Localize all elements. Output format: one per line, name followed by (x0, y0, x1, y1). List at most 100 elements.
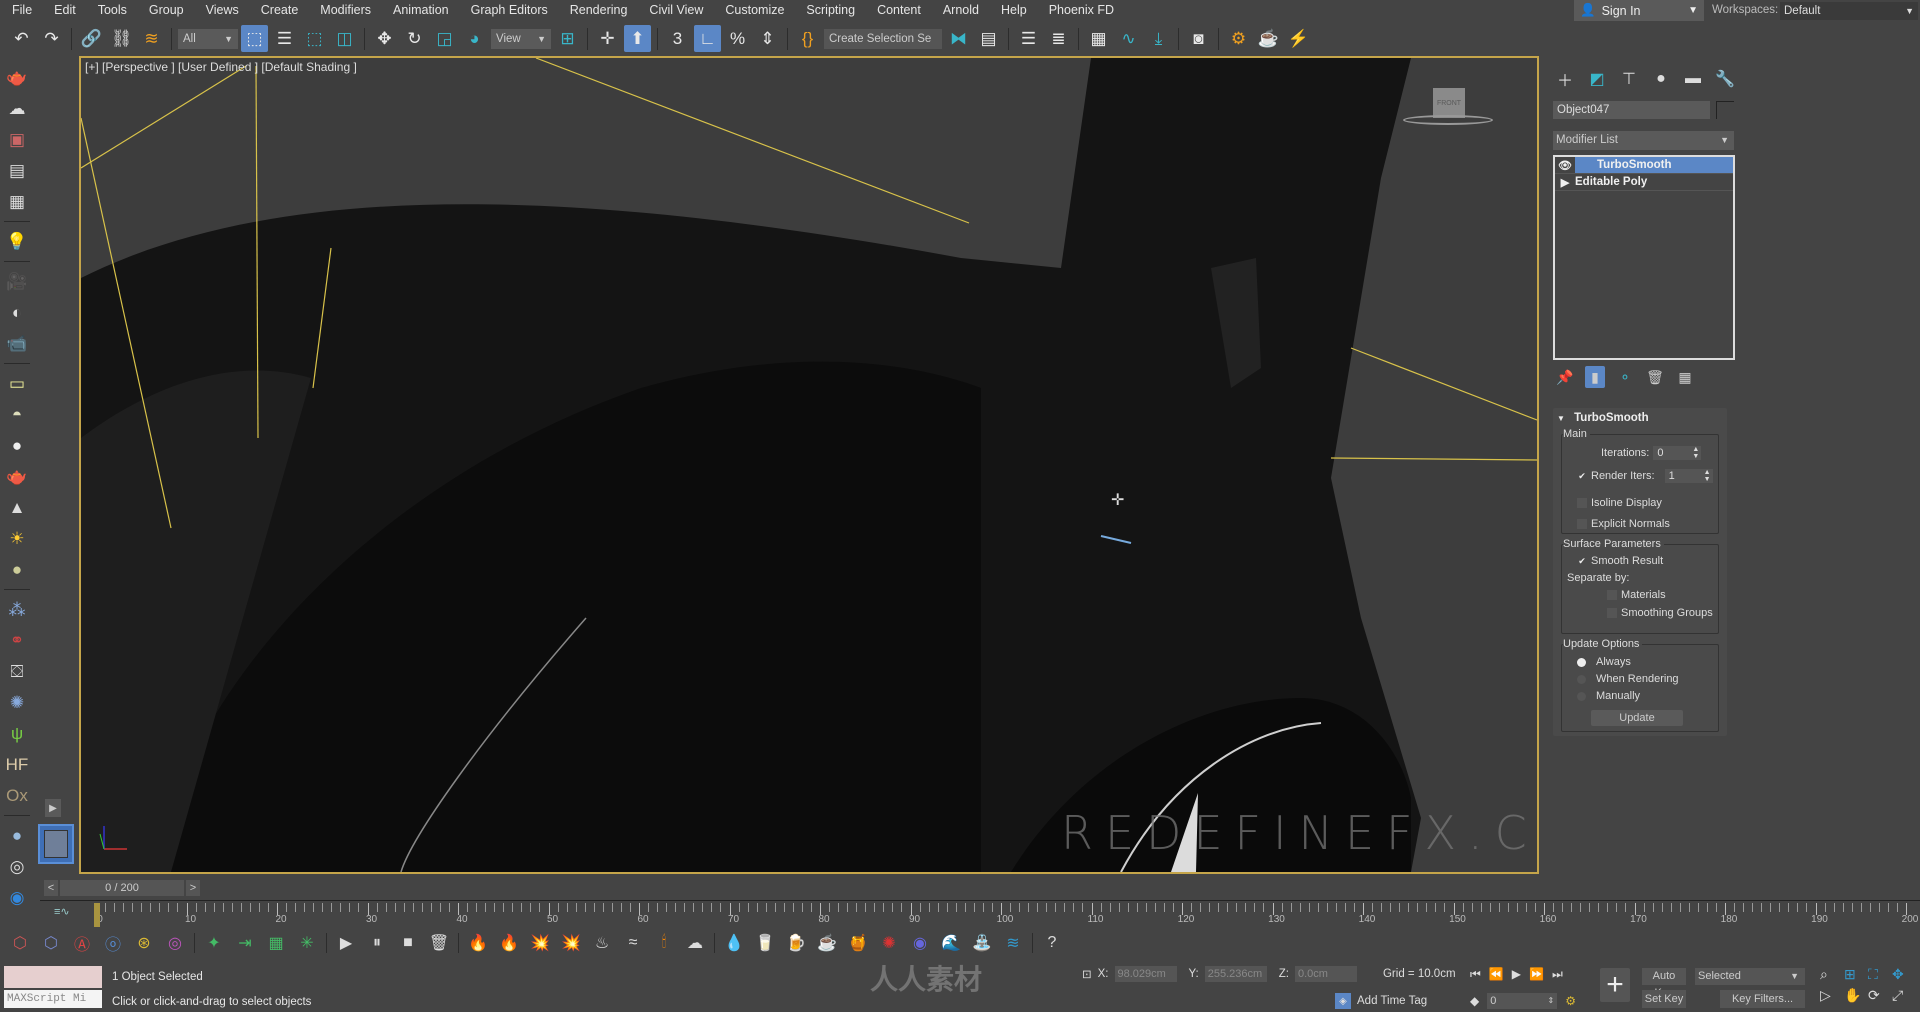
ambient-light-icon[interactable]: ● (3, 556, 31, 583)
explosion-icon[interactable]: 💥 (526, 930, 554, 956)
go-to-start-icon[interactable]: ⏮ (1470, 967, 1481, 982)
steam-icon[interactable]: ☁ (681, 930, 709, 956)
rectangular-selection-icon[interactable]: ⬚ (301, 25, 328, 52)
object-name-field[interactable]: Object047 (1553, 101, 1710, 119)
forest-grid-icon[interactable]: ▦ (262, 930, 290, 956)
menu-edit[interactable]: Edit (43, 0, 87, 21)
time-slider-thumb[interactable]: 0 / 200 (60, 880, 184, 896)
menu-views[interactable]: Views (195, 0, 250, 21)
render-setup-icon[interactable]: ⚙ (1225, 25, 1252, 52)
update-button[interactable]: Update (1591, 710, 1683, 726)
redo-icon[interactable]: ↷ (38, 25, 65, 52)
viewcube-face[interactable]: FRONT (1433, 88, 1465, 118)
create-tab-plus-icon[interactable]: ＋ (1551, 66, 1579, 92)
maxscript-mini-listener[interactable]: MAXScript Mi (4, 990, 102, 1008)
sphere-light-icon[interactable]: ● (3, 432, 31, 459)
stack-item-editable-poly[interactable]: ▶ Editable Poly (1555, 174, 1733, 191)
menu-file[interactable]: File (0, 0, 43, 21)
spinner-arrows-icon[interactable]: ▲ ▼ (1704, 469, 1711, 483)
isoline-display-checkbox[interactable] (1577, 498, 1587, 508)
undo-icon[interactable]: ↶ (8, 25, 35, 52)
viewport-label[interactable]: [+] [Perspective ] [User Defined ] [Defa… (85, 60, 357, 74)
reference-coordinate-dropdown[interactable]: View ▼ (491, 28, 551, 49)
go-to-end-icon[interactable]: ⏭ (1552, 967, 1563, 982)
hair-farm-icon[interactable]: HF (3, 751, 31, 778)
schematic-view-icon[interactable]: ⤓ (1145, 25, 1172, 52)
spinner-arrows-icon[interactable]: ▲ ▼ (1692, 446, 1699, 460)
particle-purple-icon[interactable]: ◎ (161, 930, 189, 956)
spinner-snap-icon[interactable]: ⇕ (754, 25, 781, 52)
render-window-icon[interactable]: ▣ (3, 126, 31, 153)
tyflow-icon[interactable]: ⬡ (6, 930, 34, 956)
pan-hand-icon[interactable]: ✋ (1844, 987, 1866, 1004)
ocean-wave-icon[interactable]: 🌊 (937, 930, 965, 956)
object-color-swatch[interactable] (1716, 101, 1734, 119)
expand-triangle-icon[interactable]: ▶ (1555, 176, 1575, 189)
mesh-light-icon[interactable]: 🫖 (3, 463, 31, 490)
expand-toolbar-arrow-icon[interactable]: ▶ (45, 799, 61, 817)
key-selection-set-dropdown[interactable]: Selected ▼ (1695, 968, 1805, 985)
pivot-center-icon[interactable]: ⊞ (554, 25, 581, 52)
selection-filter-dropdown[interactable]: All ▼ (178, 28, 238, 49)
materials-checkbox[interactable] (1607, 590, 1617, 600)
menu-customize[interactable]: Customize (714, 0, 795, 21)
zoom-extents-all-icon[interactable]: ✥ (1892, 966, 1914, 983)
material-editor-icon[interactable]: ◙ (1185, 25, 1212, 52)
viewport-layout-button[interactable] (38, 824, 74, 864)
window-crossing-icon[interactable]: ◫ (331, 25, 358, 52)
menu-civil-view[interactable]: Civil View (638, 0, 714, 21)
rotate-icon[interactable]: ↻ (401, 25, 428, 52)
render-iters-spinner[interactable]: 1 ▲ ▼ (1664, 469, 1713, 483)
make-unique-icon[interactable]: ⚬ (1615, 366, 1635, 388)
volume-grid-icon[interactable]: ✺ (3, 689, 31, 716)
scene-explorer-icon[interactable]: ☰ (1015, 25, 1042, 52)
beer-icon[interactable]: 🍺 (782, 930, 810, 956)
keyboard-shortcut-override-icon[interactable]: ⬆ (624, 25, 651, 52)
light-lister-icon[interactable]: 💡 (3, 228, 31, 255)
maxscript-listener-output[interactable] (4, 966, 102, 988)
forest-arrow-icon[interactable]: ⇥ (231, 930, 259, 956)
frame-buffer-icon[interactable]: ◉ (3, 884, 31, 911)
honey-icon[interactable]: 🍯 (844, 930, 872, 956)
play-icon[interactable]: ▶ (332, 930, 360, 956)
current-frame-field[interactable]: 0 ⇕ (1487, 993, 1558, 1009)
current-frame-marker[interactable] (94, 903, 100, 927)
proxy-icon[interactable]: ⛋ (3, 658, 31, 685)
align-icon[interactable]: ▤ (975, 25, 1002, 52)
pin-stack-icon[interactable]: 📌 (1555, 366, 1575, 388)
mini-curve-editor-icon[interactable]: ≡∿ (54, 905, 70, 918)
configure-modifier-sets-icon[interactable]: ▦ (1675, 366, 1695, 388)
place-icon[interactable]: ◕ (461, 25, 488, 52)
angle-snap-icon[interactable]: ∟ (694, 25, 721, 52)
x-coordinate-field[interactable]: 98.029cm (1114, 966, 1177, 982)
eye-icon[interactable]: 👁 (1555, 159, 1575, 172)
viewcube-ring[interactable] (1403, 115, 1493, 125)
vray-camera-icon[interactable]: 📹 (3, 330, 31, 357)
render-iters-checkbox[interactable]: ✔ (1577, 471, 1587, 481)
time-configuration-icon[interactable]: ⚙ (1565, 994, 1576, 1008)
menu-phoenix-fd[interactable]: Phoenix FD (1038, 0, 1125, 21)
zoom-magnifier-icon[interactable]: ⌕ (1820, 966, 1842, 983)
show-end-result-icon[interactable]: ▮ (1585, 366, 1605, 388)
scatter-icon[interactable]: ✦ (200, 930, 228, 956)
menu-graph-editors[interactable]: Graph Editors (460, 0, 559, 21)
ies-light-icon[interactable]: ▲ (3, 494, 31, 521)
teapot-icon[interactable]: 🫖 (3, 64, 31, 91)
select-by-name-icon[interactable]: ☰ (271, 25, 298, 52)
physical-camera-icon[interactable]: ◐ (3, 299, 31, 326)
next-frame-button[interactable]: > (186, 880, 200, 896)
grass-icon[interactable]: ψ (3, 720, 31, 747)
waterfall-icon[interactable]: ⛲ (968, 930, 996, 956)
bind-space-warp-icon[interactable]: ≋ (138, 25, 165, 52)
particle-blue-icon[interactable]: ⓞ (99, 930, 127, 956)
coffee-icon[interactable]: ☕ (813, 930, 841, 956)
menu-help[interactable]: Help (990, 0, 1038, 21)
set-key-button[interactable]: Set Key (1642, 990, 1686, 1008)
scale-icon[interactable]: ◲ (431, 25, 458, 52)
particles-icon[interactable]: ⚭ (3, 627, 31, 654)
hierarchy-tab-icon[interactable]: ⊤ (1615, 66, 1643, 92)
set-keys-button[interactable]: + (1600, 968, 1630, 1002)
fur-icon[interactable]: ⁂ (3, 596, 31, 623)
workspace-select[interactable]: Default ▼ (1780, 2, 1918, 20)
toggle-ribbon-icon[interactable]: ▦ (1085, 25, 1112, 52)
